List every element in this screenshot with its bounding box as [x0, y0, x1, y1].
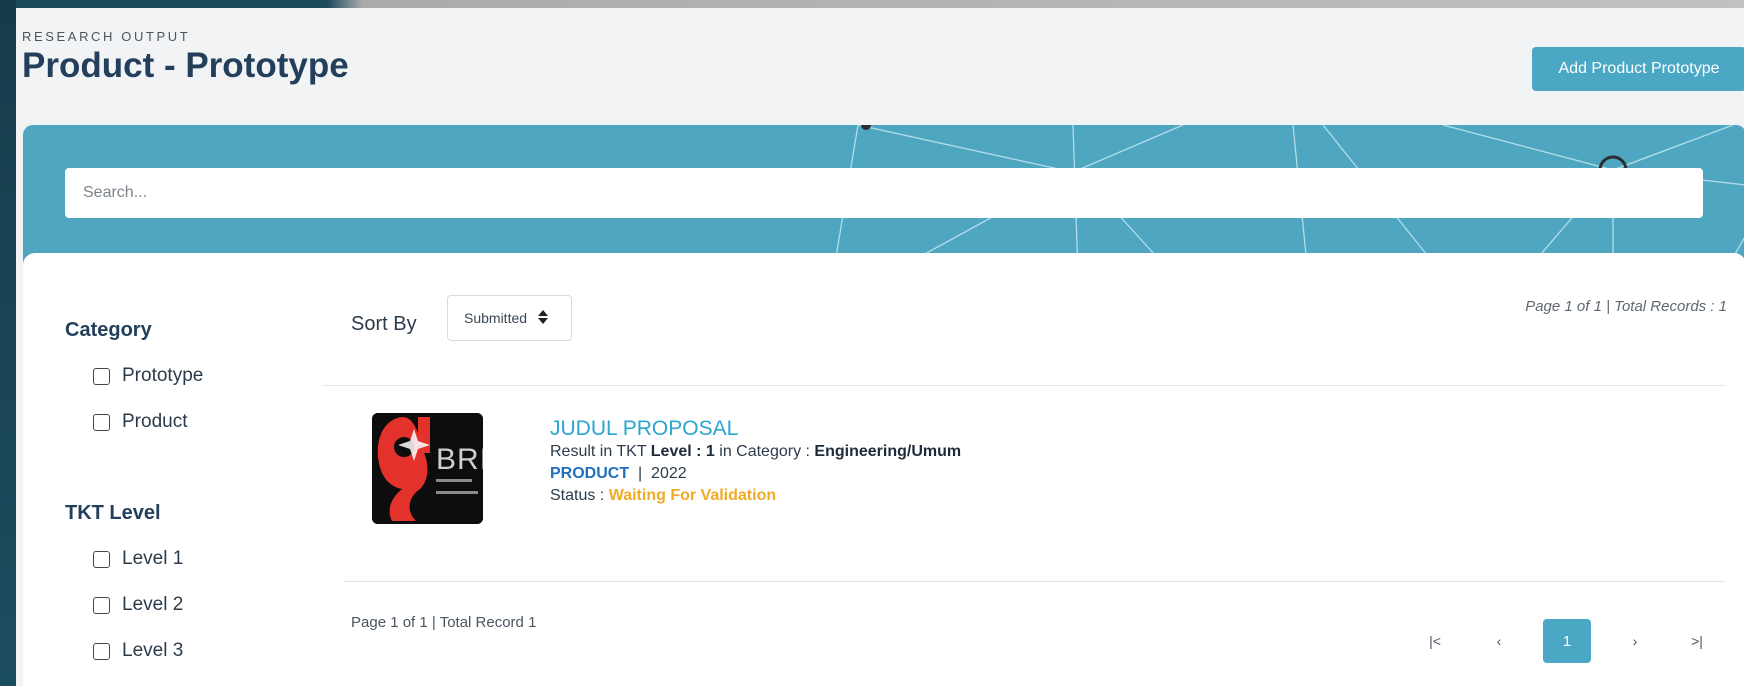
sort-by-label: Sort By [351, 313, 417, 335]
filter-option-label: Level 2 [122, 594, 184, 615]
page-title: Product - Prototype [22, 46, 349, 85]
filter-option-label: Prototype [122, 365, 204, 386]
checkbox[interactable] [93, 367, 110, 385]
sort-caret-icon [537, 309, 549, 327]
result-logo: BRIN [372, 413, 483, 524]
divider [343, 581, 1725, 582]
page-info-top: Page 1 of 1 | Total Records : 1 [1525, 298, 1727, 315]
checkbox[interactable] [93, 413, 110, 431]
next-page-icon: › [1632, 633, 1638, 649]
result-meta-line: Result in TKT Level : 1 in Category : En… [550, 443, 961, 461]
result-type: PRODUCT [550, 465, 630, 482]
result-level: Level : 1 [650, 443, 715, 460]
divider [323, 385, 1725, 386]
prev-page-button[interactable]: ‹ [1479, 619, 1519, 663]
result-year: 2022 [651, 465, 687, 482]
add-product-prototype-button[interactable]: Add Product Prototype [1532, 47, 1744, 91]
tkt-option-level-1[interactable]: Level 1 [93, 548, 183, 570]
first-page-icon: |< [1429, 633, 1441, 649]
current-page-button[interactable]: 1 [1543, 619, 1591, 663]
filter-option-label: Level 3 [122, 640, 184, 661]
sort-select-value: Submitted [464, 310, 528, 326]
page-info-bottom: Page 1 of 1 | Total Record 1 [351, 614, 537, 631]
next-page-button[interactable]: › [1615, 619, 1655, 663]
page: RESEARCH OUTPUT Product - Prototype Add … [16, 8, 1744, 686]
result-tkt-prefix: Result in TKT [550, 443, 651, 460]
result-status: Waiting For Validation [608, 487, 777, 504]
result-separator: | [638, 465, 643, 482]
result-category-prefix: in Category : [714, 443, 815, 460]
category-option-product[interactable]: Product [93, 411, 187, 433]
result-type-line: PRODUCT | 2022 [550, 465, 687, 483]
sort-select[interactable]: Submitted [447, 295, 572, 341]
result-status-label: Status : [550, 487, 609, 504]
last-page-icon: >| [1691, 633, 1703, 649]
result-category: Engineering/Umum [814, 443, 962, 460]
logo-text: BRIN [436, 443, 483, 476]
search-input[interactable] [65, 168, 1703, 218]
checkbox[interactable] [93, 642, 110, 660]
results-card: Category Prototype Product TKT Level Lev… [23, 253, 1744, 686]
left-dark-edge [0, 0, 16, 686]
filter-option-label: Product [122, 411, 188, 432]
first-page-button[interactable]: |< [1415, 619, 1455, 663]
category-filter-heading: Category [65, 319, 152, 341]
prev-page-icon: ‹ [1496, 633, 1502, 649]
page-eyebrow: RESEARCH OUTPUT [22, 29, 191, 44]
result-title-link[interactable]: JUDUL PROPOSAL [550, 417, 738, 441]
last-page-button[interactable]: >| [1677, 619, 1717, 663]
checkbox[interactable] [93, 596, 110, 614]
tkt-option-level-2[interactable]: Level 2 [93, 594, 183, 616]
tkt-level-filter-heading: TKT Level [65, 502, 161, 524]
category-option-prototype[interactable]: Prototype [93, 365, 203, 387]
tkt-option-level-3[interactable]: Level 3 [93, 640, 183, 662]
result-status-line: Status : Waiting For Validation [550, 487, 776, 505]
filter-option-label: Level 1 [122, 548, 184, 569]
checkbox[interactable] [93, 550, 110, 568]
